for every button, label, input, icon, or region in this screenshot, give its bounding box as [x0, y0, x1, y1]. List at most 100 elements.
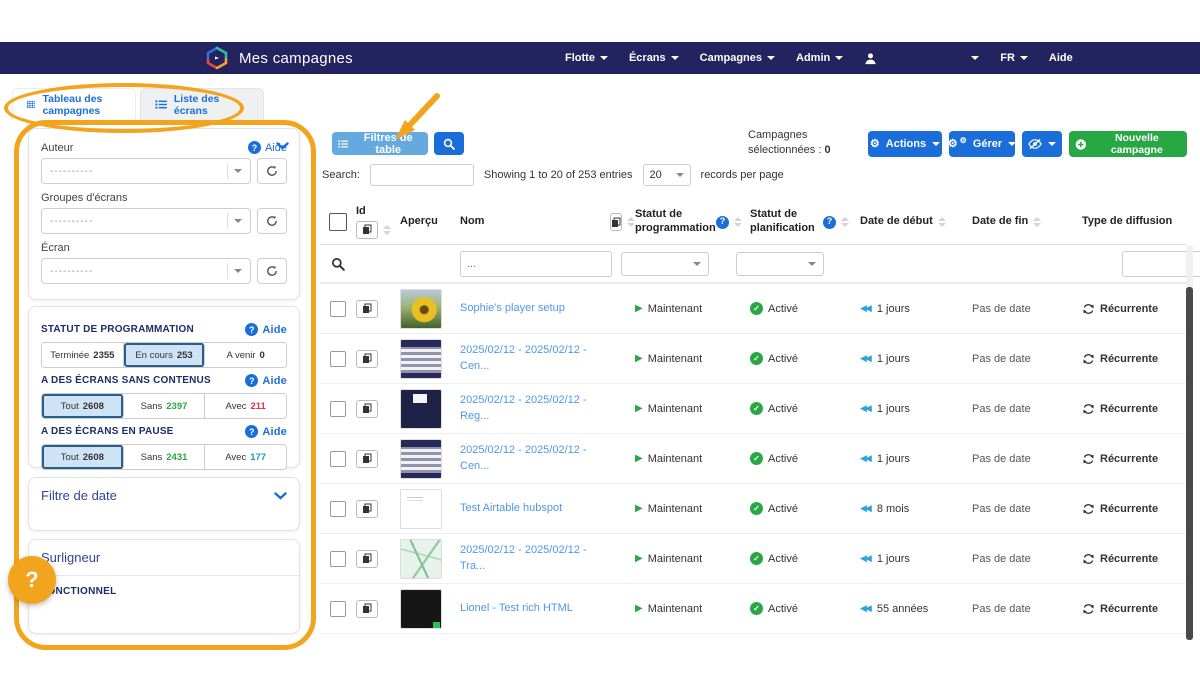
- screen-select[interactable]: ----------: [41, 258, 251, 284]
- row-checkbox[interactable]: [330, 351, 346, 367]
- toggle-sans[interactable]: Sans2431: [124, 445, 206, 469]
- sort-control[interactable]: [734, 217, 742, 227]
- toggle-avec[interactable]: Avec211: [205, 394, 286, 418]
- copy-id-button[interactable]: [356, 600, 378, 618]
- search-row: Search: Showing 1 to 20 of 253 entries 2…: [322, 164, 784, 186]
- campaign-thumbnail[interactable]: [400, 389, 442, 429]
- visibility-button[interactable]: [1022, 131, 1062, 157]
- rewind-icon: ◀◀: [860, 553, 870, 564]
- selected-campaigns-count: Campagnes sélectionnées : 0: [748, 128, 860, 158]
- programming-status: Maintenant: [648, 403, 702, 415]
- toggle-avec[interactable]: Avec177: [205, 445, 286, 469]
- row-checkbox[interactable]: [330, 301, 346, 317]
- campaign-name-link[interactable]: 2025/02/12 - 2025/02/12 - Tra...: [460, 543, 610, 575]
- rewind-icon: ◀◀: [860, 303, 870, 314]
- refresh-icon: [266, 215, 278, 227]
- campaign-name-link[interactable]: 2025/02/12 - 2025/02/12 - Cen...: [460, 443, 610, 475]
- table-row: 2025/02/12 - 2025/02/12 - Reg... ▶Mainte…: [320, 384, 1186, 434]
- chevron-down-icon[interactable]: [274, 492, 287, 500]
- toggle-en-cours[interactable]: En cours253: [124, 343, 206, 367]
- nav-help[interactable]: Aide: [1049, 52, 1073, 64]
- sidebar-date-filter-card[interactable]: Filtre de date: [28, 477, 300, 531]
- author-refresh-button[interactable]: [257, 158, 287, 184]
- manage-button[interactable]: ⚙⚙ Gérer: [949, 131, 1015, 157]
- table-row: Lionel - Test rich HTML ▶Maintenant ✓Act…: [320, 584, 1186, 634]
- select-all-checkbox[interactable]: [329, 213, 347, 231]
- row-checkbox[interactable]: [330, 501, 346, 517]
- author-select[interactable]: ----------: [41, 158, 251, 184]
- check-circle-icon: ✓: [750, 552, 763, 565]
- campaign-name-link[interactable]: Lionel - Test rich HTML: [460, 601, 610, 617]
- nav-admin[interactable]: Admin: [796, 52, 843, 64]
- sort-control[interactable]: [383, 225, 391, 235]
- campaign-name-link[interactable]: 2025/02/12 - 2025/02/12 - Reg...: [460, 393, 610, 425]
- nav-language[interactable]: FR: [1000, 52, 1028, 64]
- tab-campaigns-table[interactable]: Tableau des campagnes: [12, 88, 136, 120]
- toggle-sans[interactable]: Sans2397: [124, 394, 206, 418]
- name-filter-input[interactable]: [460, 251, 612, 277]
- copy-id-button[interactable]: [356, 350, 378, 368]
- screen-groups-refresh-button[interactable]: [257, 208, 287, 234]
- row-checkbox[interactable]: [330, 451, 346, 467]
- screen-groups-select[interactable]: ----------: [41, 208, 251, 234]
- copy-all-ids-button[interactable]: [356, 221, 378, 239]
- copy-all-names-button[interactable]: [610, 213, 622, 231]
- campaign-thumbnail[interactable]: [400, 439, 442, 479]
- chevron-down-icon[interactable]: [971, 56, 979, 60]
- toggle-tout[interactable]: Tout2608: [42, 394, 124, 418]
- sort-control[interactable]: [627, 217, 635, 227]
- chevron-down-icon: [1008, 142, 1016, 146]
- copy-id-button[interactable]: [356, 550, 378, 568]
- actions-button[interactable]: ⚙ Actions: [868, 131, 942, 157]
- programming-status-help-link[interactable]: ?Aide: [245, 323, 287, 336]
- table-row: Test Airtable hubspot ▶Maintenant ✓Activ…: [320, 484, 1186, 534]
- row-checkbox[interactable]: [330, 401, 346, 417]
- help-icon: ?: [248, 141, 261, 154]
- search-input[interactable]: [370, 164, 474, 186]
- nav-campagnes[interactable]: Campagnes: [700, 52, 775, 64]
- sort-control[interactable]: [1033, 217, 1041, 227]
- chevron-down-icon: [932, 142, 940, 146]
- campaign-thumbnail[interactable]: [400, 539, 442, 579]
- campaign-name-link[interactable]: Test Airtable hubspot: [460, 501, 610, 517]
- table-search-button[interactable]: [434, 132, 464, 155]
- campaign-thumbnail[interactable]: [400, 339, 442, 379]
- tab-screens-list[interactable]: Liste des écrans: [140, 88, 264, 120]
- page-size-select[interactable]: 20: [643, 164, 691, 186]
- screen-refresh-button[interactable]: [257, 258, 287, 284]
- row-checkbox[interactable]: [330, 601, 346, 617]
- play-icon: ▶: [635, 453, 643, 464]
- copy-id-button[interactable]: [356, 400, 378, 418]
- row-checkbox[interactable]: [330, 551, 346, 567]
- copy-id-button[interactable]: [356, 500, 378, 518]
- nav-ecrans[interactable]: Écrans: [629, 52, 679, 64]
- screens-paused-help-link[interactable]: ?Aide: [245, 425, 287, 438]
- campaign-name-link[interactable]: Sophie's player setup: [460, 301, 610, 317]
- copy-icon: [611, 217, 621, 228]
- user-menu[interactable]: [864, 52, 877, 65]
- copy-id-button[interactable]: [356, 450, 378, 468]
- campaign-thumbnail[interactable]: [400, 289, 442, 329]
- new-campaign-button[interactable]: Nouvelle campagne: [1069, 131, 1187, 157]
- campaign-thumbnail[interactable]: [400, 589, 442, 629]
- help-icon[interactable]: ?: [716, 216, 729, 229]
- screens-no-content-help-link[interactable]: ?Aide: [245, 374, 287, 387]
- toggle-tout[interactable]: Tout2608: [42, 445, 124, 469]
- planning-status-filter-select[interactable]: [736, 252, 824, 276]
- programming-status-filter-select[interactable]: [621, 252, 709, 276]
- collapse-chevron-icon[interactable]: [276, 137, 289, 155]
- diffusion-type: Récurrente: [1100, 603, 1158, 615]
- copy-icon: [362, 303, 372, 314]
- campaign-name-link[interactable]: 2025/02/12 - 2025/02/12 - Cen...: [460, 343, 610, 375]
- help-icon[interactable]: ?: [823, 216, 836, 229]
- scrollbar-thumb[interactable]: [1186, 287, 1193, 640]
- sort-control[interactable]: [841, 217, 849, 227]
- copy-id-button[interactable]: [356, 300, 378, 318]
- floating-help-button[interactable]: ?: [8, 556, 56, 604]
- toggle-terminee[interactable]: Terminée2355: [42, 343, 124, 367]
- sort-control[interactable]: [938, 217, 946, 227]
- nav-flotte[interactable]: Flotte: [565, 52, 608, 64]
- toggle-a-venir[interactable]: A venir0: [205, 343, 286, 367]
- campaign-thumbnail[interactable]: [400, 489, 442, 529]
- table-filters-button[interactable]: Filtres de table: [332, 132, 428, 155]
